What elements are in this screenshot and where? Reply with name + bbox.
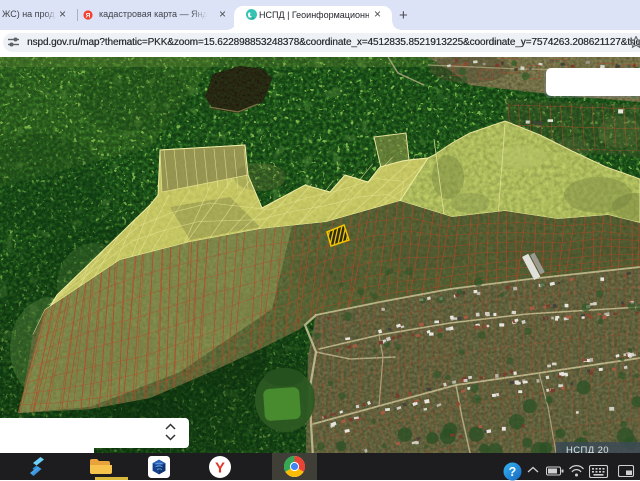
svg-text:Y: Y <box>215 460 225 477</box>
svg-text:?: ? <box>509 465 517 479</box>
svg-text:Я: Я <box>86 13 91 20</box>
